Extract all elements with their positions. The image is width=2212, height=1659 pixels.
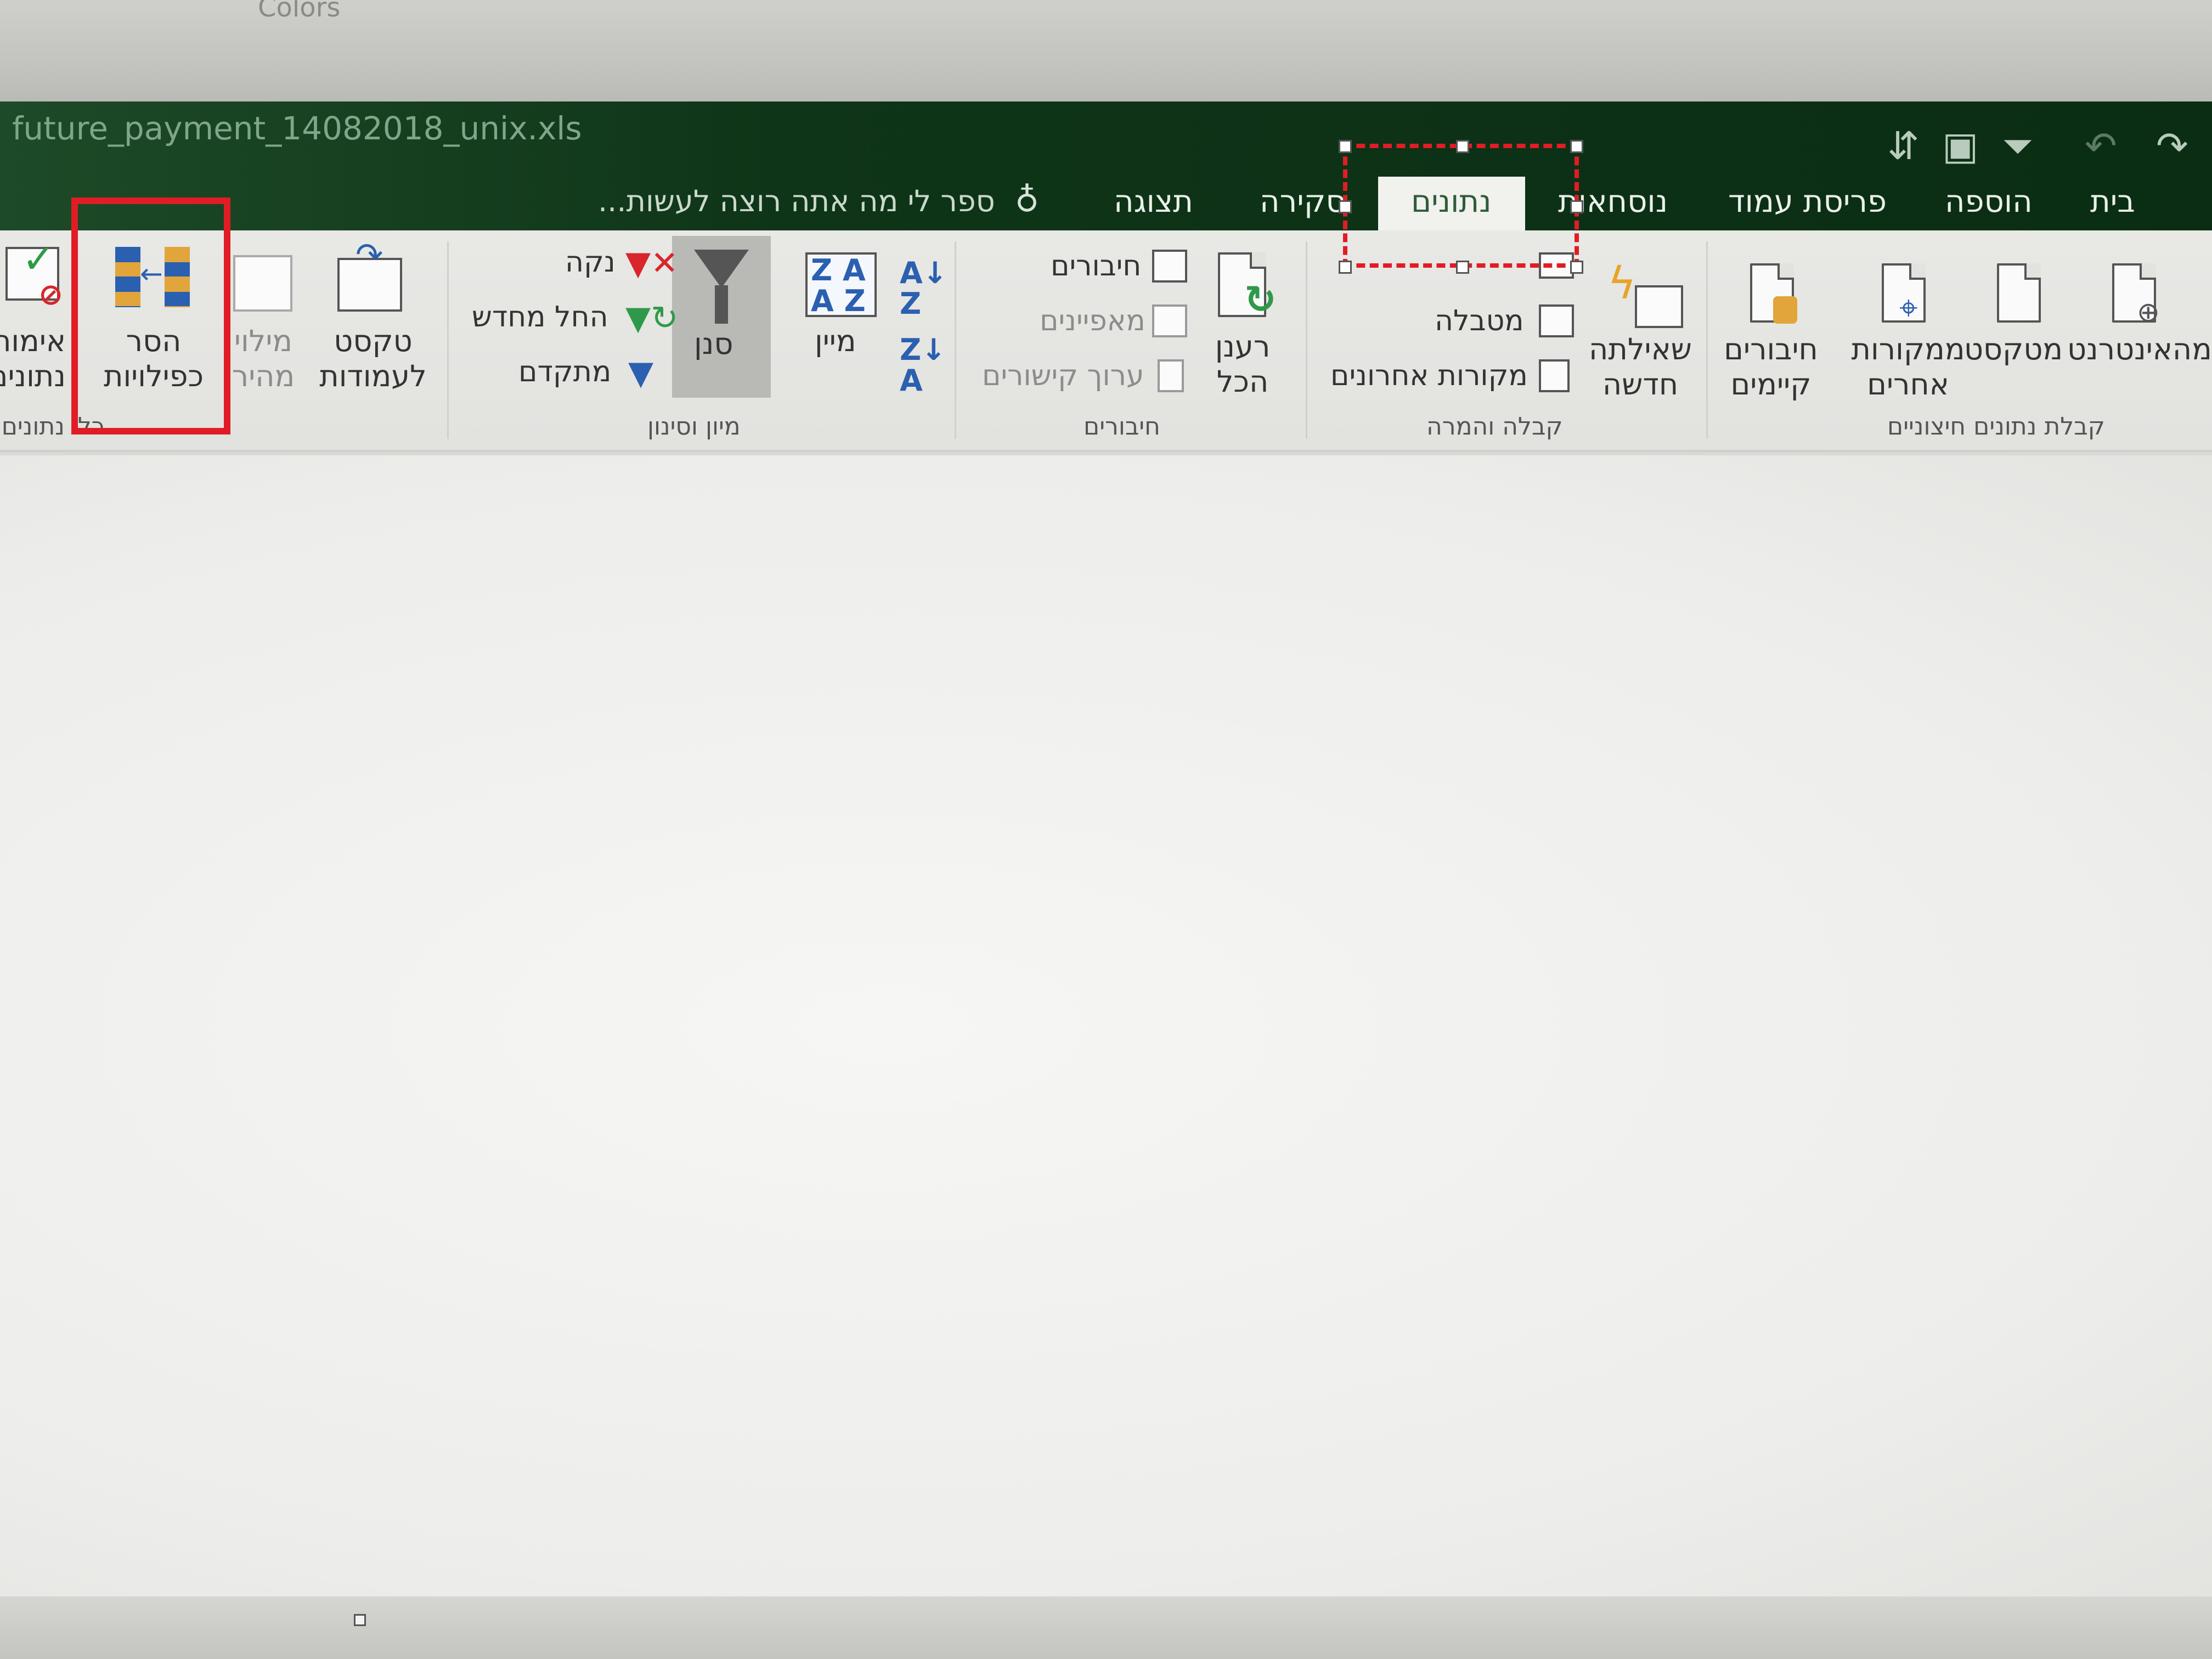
properties-button[interactable]: מאפיינים <box>1040 304 1146 337</box>
tab-insert[interactable]: הוספה <box>1945 184 2033 219</box>
from-table-button[interactable]: מטבלה <box>1435 304 1524 337</box>
edit-links-button[interactable]: ערוך קישורים <box>982 359 1144 392</box>
globe-icon: ⊕ <box>2137 296 2160 328</box>
edit-links-icon <box>1158 359 1184 392</box>
selection-handle <box>1570 261 1583 274</box>
top-strip-label: Colors <box>258 0 341 23</box>
tab-view[interactable]: תצוגה <box>1114 184 1193 219</box>
group-title-sort-filter: מיון וסינון <box>647 413 741 441</box>
tab-home[interactable]: בית <box>2090 184 2135 219</box>
tab-page-layout[interactable]: פריסת עמוד <box>1728 184 1887 219</box>
recent-sources-button[interactable]: מקורות אחרונים <box>1330 359 1528 392</box>
bottom-strip <box>0 1596 2212 1659</box>
group-separator <box>955 241 956 439</box>
window-title: future_payment_14082018_unix.xls <box>12 110 582 147</box>
lightbulb-icon: ♁ <box>1015 181 1039 219</box>
from-text-icon <box>1997 263 2041 323</box>
filter-funnel-stem <box>715 285 728 324</box>
clear-filter-icon: ▼✕ <box>625 244 679 283</box>
highlight-box-data-tab <box>1343 144 1579 268</box>
refresh-arrow-icon: ↻ <box>1244 277 1277 322</box>
recent-sources-icon <box>1539 359 1570 392</box>
flash-fill-button[interactable]: מילוי מהיר <box>230 324 296 394</box>
sort-button[interactable]: מיין <box>815 324 856 359</box>
advanced-button[interactable]: מתקדם <box>518 356 611 388</box>
connections-icon <box>1152 250 1187 283</box>
table-icon <box>1539 304 1574 337</box>
from-web-button[interactable]: מהאינטרנט <box>2067 332 2212 367</box>
new-query-button[interactable]: שאילתה חדשה <box>1585 332 1695 402</box>
group-separator <box>447 241 449 439</box>
selection-handle <box>1570 200 1583 213</box>
crosshair-icon: ⌖ <box>1899 289 1918 327</box>
filter-funnel-icon <box>694 250 749 288</box>
reapply-icon: ▼↻ <box>625 299 679 337</box>
data-validation-button[interactable]: אימות נתונים <box>0 324 66 394</box>
worksheet-area[interactable] <box>0 455 2212 1596</box>
clear-button[interactable]: נקה <box>565 246 616 279</box>
group-separator <box>1706 241 1708 439</box>
checkmark-icon: ✓ <box>22 236 55 282</box>
group-title-external-data: קבלת נתונים חיצוניים <box>1887 413 2105 441</box>
filter-qat-icon[interactable]: ⏷ <box>2002 123 2033 169</box>
tab-review[interactable]: סקירה <box>1260 184 1346 219</box>
no-entry-icon: ⊘ <box>38 277 64 312</box>
selection-handle <box>1339 261 1352 274</box>
group-separator <box>1306 241 1307 439</box>
tell-me-text: ספר לי מה אתה רוצה לעשות... <box>598 184 995 218</box>
selection-handle <box>1570 140 1583 153</box>
new-query-icon: ϟ <box>1607 258 1637 309</box>
sort-a-to-z-icon[interactable]: A↓ Z <box>900 258 947 319</box>
tell-me-box[interactable]: ספר לי מה אתה רוצה לעשות... <box>598 184 995 218</box>
from-text-button[interactable]: מטקסט <box>1964 332 2063 367</box>
resize-handle[interactable] <box>354 1614 366 1626</box>
group-title-connections: חיבורים <box>1084 413 1160 441</box>
undo-icon[interactable]: ↶ <box>2085 123 2117 168</box>
redo-icon[interactable]: ↷ <box>2156 123 2188 168</box>
filter-button[interactable]: סנן <box>694 326 733 362</box>
selection-handle <box>1456 140 1469 153</box>
highlight-box-remove-duplicates <box>71 198 230 435</box>
reapply-button[interactable]: החל מחדש <box>472 301 608 334</box>
sort-z-to-a-icon[interactable]: Z↓ A <box>900 335 946 396</box>
existing-connections-button[interactable]: חיבורים קיימים <box>1722 332 1820 402</box>
text-to-columns-arrow-icon: ↷ <box>356 236 383 274</box>
query-table-icon <box>1635 285 1683 328</box>
selection-handle <box>1456 261 1469 274</box>
group-title-get-transform: קבלה והמרה <box>1426 413 1563 441</box>
selection-handle <box>1339 200 1352 213</box>
database-icon <box>1773 296 1797 324</box>
sort-az-grid: Z AA Z <box>811 253 866 318</box>
text-to-columns-button[interactable]: טקסט לעמודות <box>313 324 433 394</box>
sheet-icon[interactable]: ▣ <box>1942 123 1978 168</box>
refresh-all-button[interactable]: רענן הכל <box>1201 329 1284 399</box>
customize-qat-icon[interactable]: ⇵ <box>1887 123 1920 168</box>
properties-icon <box>1152 304 1187 337</box>
selection-handle <box>1339 140 1352 153</box>
other-sources-button[interactable]: ממקורות אחרים <box>1848 332 1968 402</box>
advanced-filter-icon: ▼ <box>628 354 654 392</box>
connections-button[interactable]: חיבורים <box>1051 250 1141 283</box>
flash-fill-icon <box>233 255 292 312</box>
